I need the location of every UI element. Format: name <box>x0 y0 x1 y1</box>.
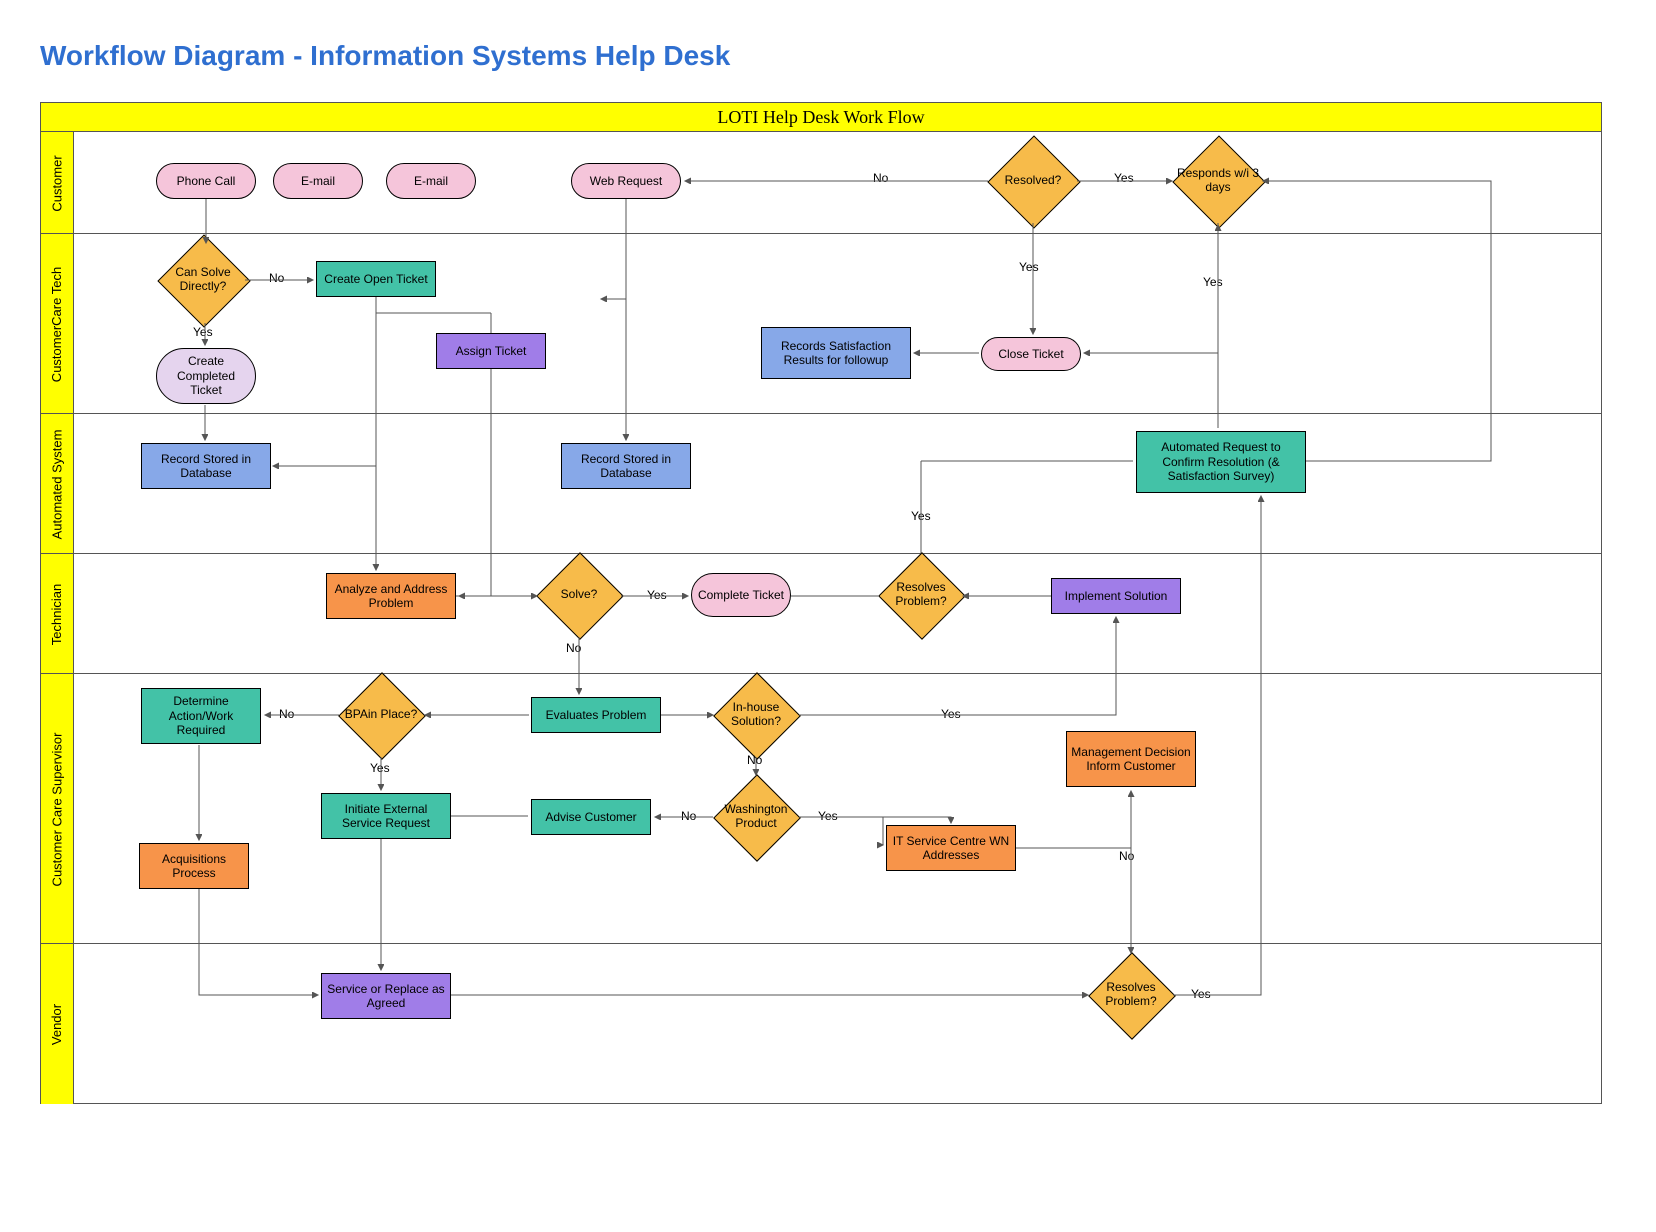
label-yes-9: Yes <box>818 809 838 823</box>
process-record-stored-2: Record Stored in Database <box>561 443 691 489</box>
process-it-service-centre: IT Service Centre WN Addresses <box>886 825 1016 871</box>
process-create-completed-ticket: Create Completed Ticket <box>156 348 256 404</box>
label-no-7: No <box>1119 849 1134 863</box>
process-advise-customer: Advise Customer <box>531 799 651 835</box>
process-records-satisfaction: Records Satisfaction Results for followu… <box>761 327 911 379</box>
decision-can-solve: Can Solve Directly? <box>171 248 235 312</box>
label-no-4: No <box>279 707 294 721</box>
process-automated-request: Automated Request to Confirm Resolution … <box>1136 431 1306 493</box>
decision-solve: Solve? <box>549 565 609 625</box>
decision-responds: Responds w/i 3 days <box>1186 149 1250 213</box>
process-evaluates-problem: Evaluates Problem <box>531 697 661 733</box>
process-management-decision: Management Decision Inform Customer <box>1066 731 1196 787</box>
process-create-open-ticket: Create Open Ticket <box>316 261 436 297</box>
start-web-request: Web Request <box>571 163 681 199</box>
decision-resolves-problem-2: Resolves Problem? <box>1101 965 1161 1025</box>
start-phone-call: Phone Call <box>156 163 256 199</box>
label-no-6: No <box>681 809 696 823</box>
lane-technician: Technician <box>50 583 65 644</box>
decision-in-house: In-house Solution? <box>726 685 786 745</box>
decision-resolved: Resolved? <box>1001 149 1065 213</box>
decision-washington: Washington Product <box>726 787 786 847</box>
lane-vendor: Vendor <box>50 1003 65 1044</box>
process-record-stored-1: Record Stored in Database <box>141 443 271 489</box>
process-service-replace: Service or Replace as Agreed <box>321 973 451 1019</box>
process-determine-action: Determine Action/Work Required <box>141 688 261 744</box>
label-yes-4: Yes <box>1203 275 1223 289</box>
label-no-2: No <box>873 171 888 185</box>
process-initiate-external: Initiate External Service Request <box>321 793 451 839</box>
label-no-1: No <box>269 271 284 285</box>
start-email-1: E-mail <box>273 163 363 199</box>
process-implement-solution: Implement Solution <box>1051 578 1181 614</box>
label-yes-2: Yes <box>1114 171 1134 185</box>
decision-resolves-problem: Resolves Problem? <box>891 565 951 625</box>
label-no-5: No <box>747 753 762 767</box>
lane-supervisor: Customer Care Supervisor <box>50 732 65 886</box>
label-yes-10: Yes <box>1191 987 1211 1001</box>
process-acquisitions: Acquisitions Process <box>139 843 249 889</box>
process-analyze: Analyze and Address Problem <box>326 573 456 619</box>
start-email-2: E-mail <box>386 163 476 199</box>
lane-automated: Automated System <box>50 429 65 539</box>
label-yes-1: Yes <box>193 325 213 339</box>
process-assign-ticket: Assign Ticket <box>436 333 546 369</box>
label-yes-6: Yes <box>911 509 931 523</box>
swimlane-diagram: LOTI Help Desk Work Flow Customer Custom… <box>40 102 1602 1104</box>
process-close-ticket: Close Ticket <box>981 337 1081 371</box>
label-no-3: No <box>566 641 581 655</box>
lane-cc-tech: CustomerCare Tech <box>50 266 65 381</box>
label-yes-8: Yes <box>941 707 961 721</box>
label-yes-7: Yes <box>370 761 390 775</box>
label-yes-3: Yes <box>1019 260 1039 274</box>
label-yes-5: Yes <box>647 588 667 602</box>
diagram-title: LOTI Help Desk Work Flow <box>41 103 1601 132</box>
lane-customer: Customer <box>50 155 65 211</box>
decision-bpa: BPAin Place? <box>351 685 411 745</box>
process-complete-ticket: Complete Ticket <box>691 573 791 617</box>
page-title: Workflow Diagram - Information Systems H… <box>40 40 1616 72</box>
